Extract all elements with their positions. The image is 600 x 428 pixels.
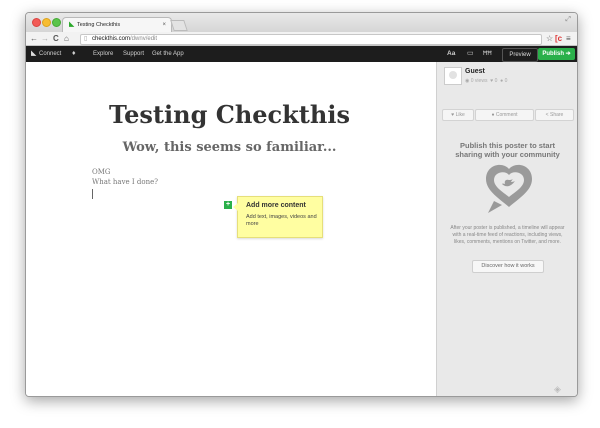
discover-button[interactable]: Discover how it works — [472, 260, 544, 273]
poster-editor[interactable]: Testing Checkthis Wow, this seems so fam… — [26, 62, 433, 396]
checkthis-logo-icon: ◣ — [31, 50, 37, 57]
poster-title[interactable]: Testing Checkthis — [26, 100, 433, 129]
connect-link[interactable]: Connect — [39, 46, 61, 62]
notification-bell-icon[interactable]: ♦ — [72, 46, 76, 62]
tab-title: Testing Checkthis — [77, 22, 121, 28]
preview-button[interactable]: Preview — [502, 48, 538, 62]
views-count: 0 views — [470, 78, 488, 84]
font-style-icon[interactable]: Aa — [447, 46, 455, 62]
comment-icon: ● — [500, 78, 504, 84]
new-tab-button[interactable] — [170, 20, 188, 31]
support-link[interactable]: Support — [123, 46, 144, 62]
tooltip-body: Add text, images, videos and more — [246, 214, 317, 227]
share-button[interactable]: < Share — [535, 109, 574, 121]
comments-count: 0 — [504, 78, 508, 84]
close-window-button[interactable] — [32, 18, 41, 27]
settings-menu-icon[interactable]: ≡ — [566, 33, 571, 44]
likes-count: 0 — [494, 78, 498, 84]
body-text-line[interactable]: OMG — [92, 168, 111, 176]
tab-close-icon[interactable]: × — [162, 18, 166, 33]
tab-strip: ◣ Testing Checkthis × ⤢ — [26, 13, 577, 33]
avatar — [444, 67, 462, 85]
back-icon[interactable]: ← — [30, 33, 38, 44]
bookmark-star-icon[interactable]: ☆ — [546, 33, 553, 44]
eye-icon: ◉ — [465, 78, 470, 84]
fullscreen-icon[interactable]: ⤢ — [565, 16, 571, 24]
poster-stats: ◉ 0 views ♥ 0 ● 0 — [465, 78, 507, 84]
body-text-line[interactable]: What have I done? — [92, 178, 158, 186]
url-domain: checkthis.com — [92, 36, 131, 42]
text-cursor — [92, 189, 93, 199]
image-icon[interactable]: ▭ — [467, 46, 474, 62]
home-icon[interactable]: ⌂ — [64, 33, 69, 44]
heart-icon: ♥ — [490, 78, 494, 84]
layout-icon[interactable]: ĦĦ — [483, 46, 492, 62]
poster-subtitle[interactable]: Wow, this seems so familiar... — [26, 140, 433, 155]
twitter-heart-bubble-icon — [486, 164, 532, 213]
zoom-window-button[interactable] — [52, 18, 61, 27]
settings-diamond-icon[interactable]: ◈ — [554, 384, 561, 395]
address-bar[interactable]: ▯ checkthis.com/dwnv/edit — [80, 34, 542, 45]
explore-link[interactable]: Explore — [93, 46, 113, 62]
reload-icon[interactable]: C — [53, 33, 59, 44]
like-button[interactable]: ♥ Like — [442, 109, 474, 121]
browser-window: ◣ Testing Checkthis × ⤢ ← → C ⌂ ▯ checkt… — [25, 12, 578, 397]
url-path: /dwnv/edit — [130, 36, 158, 42]
app-nav-bar: ◣ Connect ♦ Explore Support Get the App … — [26, 46, 577, 62]
extension-icon[interactable]: [c — [555, 33, 562, 44]
publish-button[interactable]: Publish ➔ — [538, 48, 575, 60]
user-name: Guest — [465, 68, 485, 75]
publish-heading: Publish this poster to start sharing wit… — [455, 141, 560, 159]
minimize-window-button[interactable] — [42, 18, 51, 27]
browser-tab[interactable]: ◣ Testing Checkthis × — [62, 17, 172, 33]
comment-button[interactable]: ● Comment — [475, 109, 534, 121]
add-content-button[interactable]: + — [224, 201, 232, 209]
checkthis-favicon-icon: ◣ — [69, 21, 75, 28]
page-icon: ▯ — [84, 36, 88, 42]
add-content-tooltip: Add more content Add text, images, video… — [233, 196, 323, 238]
timeline-sidebar: Guest ◉ 0 views ♥ 0 ● 0 ♥ Like ● Comment… — [436, 62, 577, 396]
tooltip-title: Add more content — [246, 202, 306, 209]
publish-description: After your poster is published, a timeli… — [450, 225, 565, 245]
get-app-link[interactable]: Get the App — [152, 46, 184, 62]
browser-toolbar: ← → C ⌂ ▯ checkthis.com/dwnv/edit ☆ [c ≡ — [26, 32, 577, 46]
forward-icon[interactable]: → — [41, 33, 49, 44]
